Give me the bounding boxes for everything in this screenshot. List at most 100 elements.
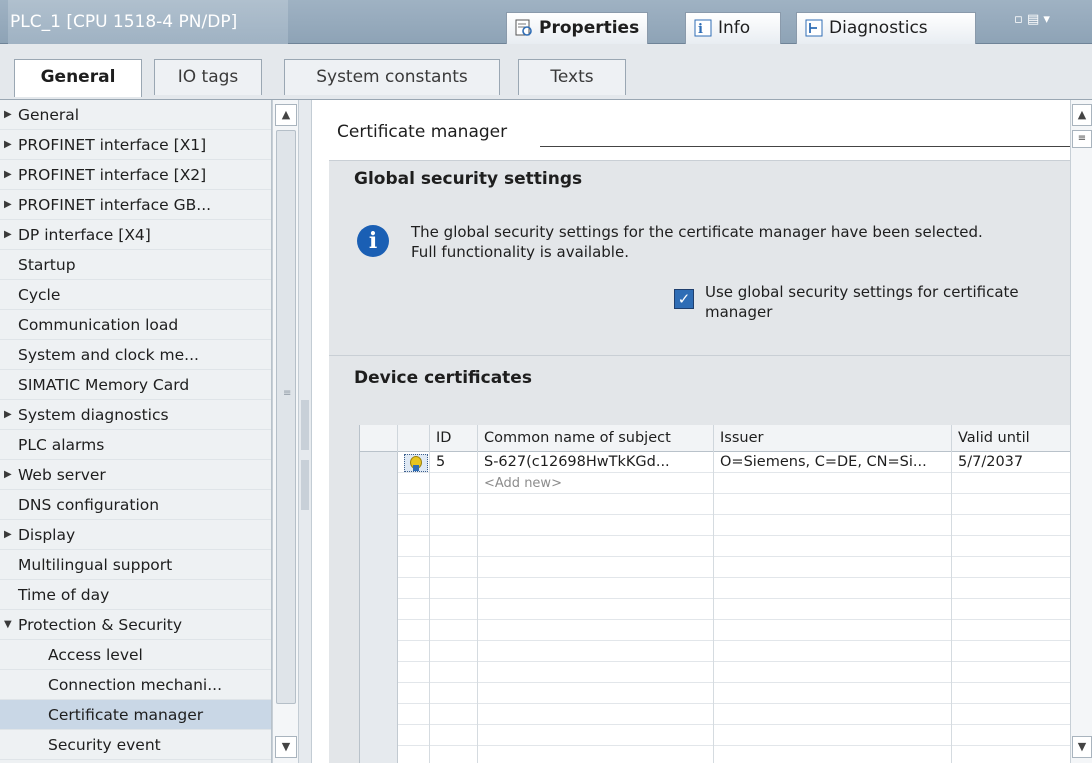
collapsed-arrow-icon[interactable]: ▶ [4,460,12,490]
table-row[interactable] [360,620,1070,641]
cell-issuer[interactable] [714,557,952,578]
cell-issuer[interactable] [714,683,952,704]
table-row[interactable] [360,704,1070,725]
sidebar-item-profinet-interface-x1[interactable]: ▶ PROFINET interface [X1] [0,130,271,160]
sidebar-item-plc-alarms[interactable]: PLC alarms [0,430,271,460]
collapsed-arrow-icon[interactable]: ▶ [4,190,12,220]
column-header-issuer[interactable]: Issuer [714,425,952,452]
sidebar-item-cycle[interactable]: Cycle [0,280,271,310]
cell-id[interactable] [430,620,478,641]
table-row[interactable]: 5 S-627(c12698HwTkKGd... O=Siemens, C=DE, … [360,452,1070,473]
cell-valid[interactable] [952,620,1070,641]
cell-issuer[interactable] [714,620,952,641]
table-row[interactable] [360,662,1070,683]
tab-io-tags[interactable]: IO tags [154,59,262,95]
cell-valid[interactable] [952,578,1070,599]
collapse-left-icon[interactable] [301,400,309,450]
sidebar-item-access-level[interactable]: Access level [0,640,271,670]
collapsed-arrow-icon[interactable]: ▶ [4,160,12,190]
sidebar-item-security-event[interactable]: Security event [0,730,271,760]
sidebar-item-system-and-clock-me[interactable]: System and clock me... [0,340,271,370]
checkbox-label-cont[interactable]: manager [705,303,772,321]
menu-icon[interactable]: ≡ [1072,130,1092,148]
cell-id[interactable] [430,641,478,662]
sidebar-item-connection-mechani[interactable]: Connection mechani... [0,670,271,700]
tab-texts[interactable]: Texts [518,59,626,95]
cell-valid[interactable] [952,515,1070,536]
cell-issuer[interactable] [714,578,952,599]
sidebar-item-protection-security[interactable]: ▼ Protection & Security [0,610,271,640]
cell-id[interactable] [430,746,478,763]
cell-subject[interactable] [478,494,714,515]
sidebar-item-general[interactable]: ▶ General [0,100,271,130]
sidebar-item-communication-load[interactable]: Communication load [0,310,271,340]
cell-issuer[interactable] [714,515,952,536]
table-row[interactable] [360,746,1070,763]
tab-diagnostics[interactable]: Diagnostics [796,12,976,44]
cell-issuer[interactable] [714,473,952,494]
scroll-up-icon[interactable]: ▲ [1072,104,1092,126]
cell-subject[interactable] [478,683,714,704]
tab-general[interactable]: General [14,59,142,97]
main-scrollbar[interactable]: ▲ ≡ ▼ [1070,100,1092,763]
row-header[interactable] [360,641,398,662]
table-row[interactable] [360,557,1070,578]
cell-valid[interactable] [952,641,1070,662]
expanded-arrow-icon[interactable]: ▼ [4,610,12,640]
row-header[interactable] [360,683,398,704]
cell-valid[interactable] [952,746,1070,763]
row-header[interactable] [360,725,398,746]
row-header[interactable] [360,452,398,473]
sidebar-item-web-server[interactable]: ▶ Web server [0,460,271,490]
cell-valid[interactable] [952,536,1070,557]
table-row[interactable] [360,641,1070,662]
cell-id[interactable] [430,515,478,536]
collapsed-arrow-icon[interactable]: ▶ [4,220,12,250]
cell-issuer[interactable] [714,536,952,557]
cell-id[interactable] [430,536,478,557]
cell-id[interactable] [430,683,478,704]
cell-subject[interactable] [478,578,714,599]
cell-subject[interactable] [478,725,714,746]
sidebar-item-display[interactable]: ▶ Display [0,520,271,550]
cell-id[interactable] [430,599,478,620]
sidebar-item-certificate-manager[interactable]: Certificate manager [0,700,271,730]
scroll-up-icon[interactable]: ▲ [275,104,297,126]
column-header-subject[interactable]: Common name of subject [478,425,714,452]
sidebar-item-startup[interactable]: Startup [0,250,271,280]
cell-valid[interactable] [952,599,1070,620]
column-header-valid-until[interactable]: Valid until [952,425,1070,452]
cell-subject[interactable] [478,662,714,683]
cell-subject[interactable] [478,515,714,536]
cell-valid[interactable] [952,557,1070,578]
window-controls[interactable]: ▫ ▤ ▾ [1014,12,1086,32]
cell-valid[interactable] [952,662,1070,683]
row-header[interactable] [360,515,398,536]
cell-id[interactable]: 5 [430,452,478,473]
tab-properties[interactable]: Properties [506,12,648,44]
cell-id[interactable] [430,704,478,725]
table-row[interactable] [360,599,1070,620]
scroll-down-icon[interactable]: ▼ [1072,736,1092,758]
sidebar-item-time-of-day[interactable]: Time of day [0,580,271,610]
row-header[interactable] [360,620,398,641]
cell-issuer[interactable] [714,641,952,662]
row-header[interactable] [360,578,398,599]
cell-valid[interactable] [952,725,1070,746]
cell-id[interactable] [430,725,478,746]
cell-issuer[interactable] [714,725,952,746]
sidebar-item-system-diagnostics[interactable]: ▶ System diagnostics [0,400,271,430]
cell-subject[interactable] [478,641,714,662]
collapsed-arrow-icon[interactable]: ▶ [4,400,12,430]
row-header[interactable] [360,599,398,620]
table-row[interactable] [360,683,1070,704]
cell-subject[interactable] [478,557,714,578]
row-header[interactable] [360,536,398,557]
cell-valid[interactable]: 5/7/2037 [952,452,1070,473]
row-header[interactable] [360,494,398,515]
cell-subject[interactable] [478,704,714,725]
splitter[interactable] [298,100,312,763]
tab-info[interactable]: i Info [685,12,781,44]
expand-right-icon[interactable] [301,460,309,510]
cell-issuer[interactable] [714,662,952,683]
